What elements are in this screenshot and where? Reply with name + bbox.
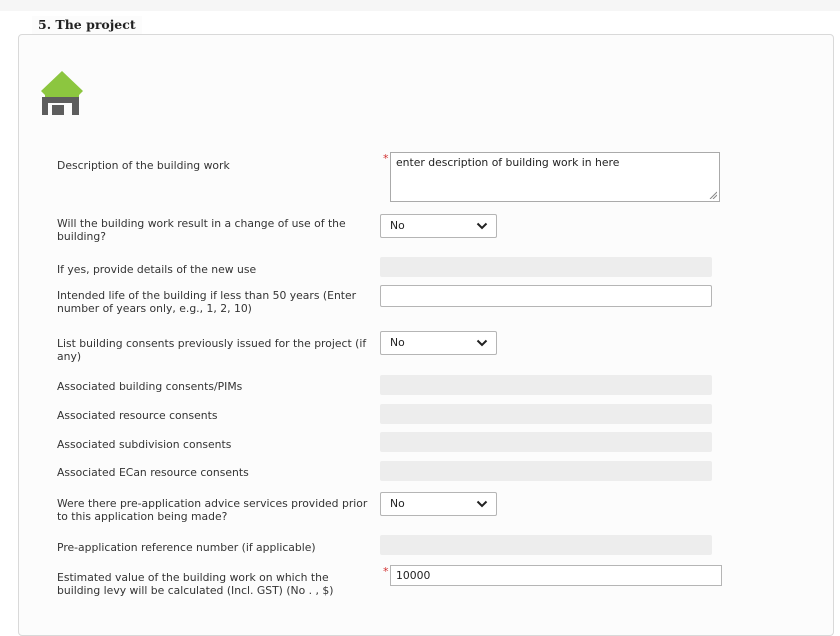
chevron-down-icon (476, 339, 488, 347)
resize-grip-icon[interactable] (709, 191, 717, 199)
chevron-down-icon (476, 500, 488, 508)
assoc-ecan-label: Associated ECan resource consents (57, 466, 249, 479)
pre-app-ref-label: Pre-application reference number (if app… (57, 541, 316, 554)
pre-app-advice-select[interactable]: No (380, 492, 497, 516)
new-use-label: If yes, provide details of the new use (57, 263, 257, 276)
change-of-use-value: No (390, 219, 405, 232)
estimated-value-value: 10000 (396, 569, 431, 582)
chevron-down-icon (476, 222, 488, 230)
assoc-building-label: Associated building consents/PIMs (57, 380, 243, 393)
description-textarea[interactable]: enter description of building work in he… (390, 152, 720, 202)
house-icon (41, 71, 83, 115)
change-of-use-label: Will the building work result in a chang… (57, 217, 346, 243)
change-of-use-select[interactable]: No (380, 214, 497, 238)
previous-consents-value: No (390, 336, 405, 349)
description-label: Description of the building work (57, 159, 230, 172)
required-marker: * (383, 152, 389, 165)
new-use-input (380, 257, 712, 277)
description-value: enter description of building work in he… (396, 156, 620, 169)
top-band (0, 0, 840, 11)
section-title: 5. The project (32, 16, 142, 34)
estimated-value-label: Estimated value of the building work on … (57, 571, 334, 597)
assoc-resource-label: Associated resource consents (57, 409, 218, 422)
assoc-ecan-input (380, 461, 712, 481)
assoc-subdivision-input (380, 432, 712, 452)
assoc-resource-input (380, 404, 712, 424)
intended-life-input[interactable] (380, 285, 712, 307)
assoc-building-input (380, 375, 712, 395)
pre-app-ref-input (380, 535, 712, 555)
previous-consents-label: List building consents previously issued… (57, 337, 367, 363)
pre-app-advice-label: Were there pre-application advice servic… (57, 497, 368, 523)
pre-app-advice-value: No (390, 497, 405, 510)
required-marker: * (383, 565, 389, 578)
intended-life-label: Intended life of the building if less th… (57, 289, 357, 315)
previous-consents-select[interactable]: No (380, 331, 497, 355)
estimated-value-input[interactable]: 10000 (390, 565, 722, 586)
assoc-subdivision-label: Associated subdivision consents (57, 438, 232, 451)
